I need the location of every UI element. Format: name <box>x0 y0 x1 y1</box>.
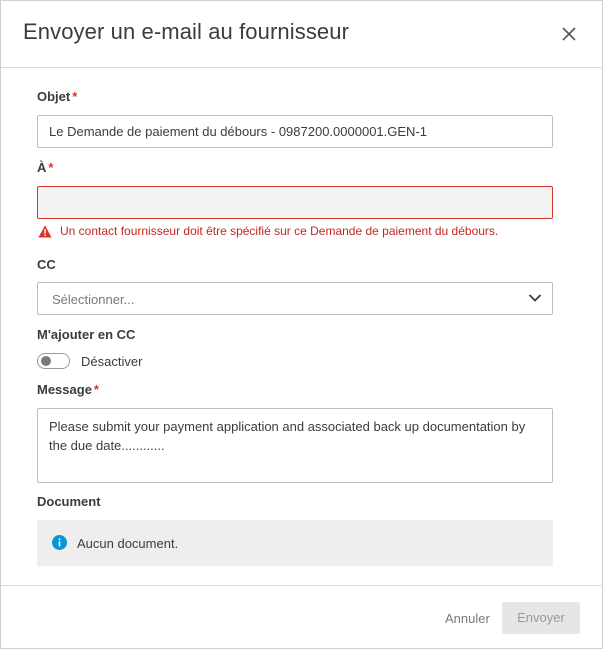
to-label-text: À <box>37 160 47 175</box>
toggle-knob <box>41 356 51 366</box>
message-label: Message * <box>37 382 99 397</box>
email-supplier-dialog: Envoyer un e-mail au fournisseur Objet * … <box>0 0 603 649</box>
to-label: À * <box>37 160 53 175</box>
document-label: Document <box>37 494 101 509</box>
cancel-button[interactable]: Annuler <box>445 611 490 626</box>
to-input[interactable] <box>37 186 553 219</box>
message-textarea[interactable]: Please submit your payment application a… <box>37 408 553 483</box>
add-me-cc-toggle[interactable] <box>37 353 70 369</box>
subject-value: Le Demande de paiement du débours - 0987… <box>49 124 427 139</box>
add-me-cc-label: M'ajouter en CC <box>37 327 136 342</box>
to-error-text: Un contact fournisseur doit être spécifi… <box>60 224 499 238</box>
cc-select[interactable]: Sélectionner... <box>37 282 553 315</box>
required-mark: * <box>93 382 99 397</box>
send-button[interactable]: Envoyer <box>502 602 580 634</box>
message-value: Please submit your payment application a… <box>49 419 526 453</box>
document-empty-text: Aucun document. <box>77 536 179 551</box>
cc-placeholder: Sélectionner... <box>52 292 135 307</box>
subject-input[interactable]: Le Demande de paiement du débours - 0987… <box>37 115 553 148</box>
add-me-cc-state: Désactiver <box>81 354 143 369</box>
dialog-title: Envoyer un e-mail au fournisseur <box>23 19 350 44</box>
message-label-text: Message <box>37 382 92 397</box>
subject-label-text: Objet <box>37 89 71 104</box>
warning-icon <box>38 225 52 238</box>
info-icon <box>52 535 67 550</box>
cc-label: CC <box>37 257 56 272</box>
to-error-message: Un contact fournisseur doit être spécifi… <box>37 224 553 240</box>
dialog-header: Envoyer un e-mail au fournisseur <box>1 1 602 68</box>
close-icon <box>562 27 576 41</box>
document-empty-notice: Aucun document. <box>37 520 553 566</box>
chevron-down-icon <box>528 294 542 302</box>
subject-label: Objet * <box>37 89 77 104</box>
required-mark: * <box>48 160 54 175</box>
close-button[interactable] <box>558 23 580 45</box>
dialog-footer: Annuler Envoyer <box>1 585 602 649</box>
required-mark: * <box>72 89 78 104</box>
